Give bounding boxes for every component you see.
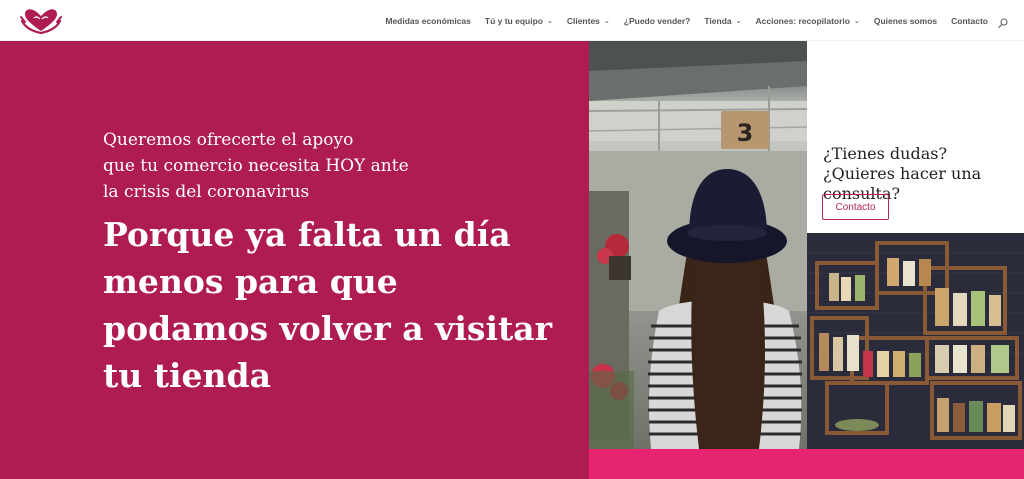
hero-title-line: Porque ya falta un día <box>103 215 511 254</box>
nav-item-tienda[interactable]: Tienda ⌄ <box>704 16 741 26</box>
nav-item-label: Tienda <box>704 15 732 26</box>
photo-shop-shelves <box>807 233 1024 449</box>
nav-item-quienes-somos[interactable]: Quienes somos <box>874 16 937 26</box>
nav-item-acciones[interactable]: Acciones: recopilatorio ⌄ <box>756 16 860 26</box>
hero-title: Porque ya falta un día menos para que po… <box>103 211 573 399</box>
logo-hands-heart-icon[interactable] <box>19 7 63 35</box>
chevron-down-icon: ⌄ <box>735 17 742 25</box>
chevron-down-icon: ⌄ <box>546 17 553 25</box>
sign-number: 3 <box>737 119 754 147</box>
nav-item-label: Tú y tu equipo <box>484 15 543 26</box>
hero-title-line: tu tienda <box>103 356 271 395</box>
chevron-down-icon: ⌄ <box>603 17 610 25</box>
hero-subtitle-line: que tu comercio necesita HOY ante <box>103 156 409 176</box>
contact-cta-box: ¿Tienes dudas? ¿Quieres hacer una consul… <box>807 41 1024 233</box>
hero-title-line: menos para que <box>103 262 398 301</box>
search-icon[interactable] <box>998 15 1008 28</box>
contact-button[interactable]: Contacto <box>822 194 889 220</box>
hero-subtitle: Queremos ofrecerte el apoyo que tu comer… <box>103 127 433 205</box>
hero-section: Queremos ofrecerte el apoyo que tu comer… <box>0 41 589 479</box>
pink-accent-bar <box>807 449 1024 479</box>
pink-accent-bar <box>589 449 807 479</box>
nav-item-contacto[interactable]: Contacto <box>951 16 988 26</box>
nav-item-medidas-economicas[interactable]: Medidas económicas <box>385 16 471 26</box>
hero-title-line: podamos volver a visitar <box>103 309 553 348</box>
nav-item-tu-y-tu-equipo[interactable]: Tú y tu equipo ⌄ <box>485 16 553 26</box>
main-nav: Medidas económicas Tú y tu equipo ⌄ Clie… <box>371 0 988 41</box>
nav-item-clientes[interactable]: Clientes ⌄ <box>567 16 610 26</box>
nav-item-label: Medidas económicas <box>385 15 471 26</box>
hero-subtitle-line: la crisis del coronavirus <box>103 182 310 202</box>
nav-item-puedo-vender[interactable]: ¿Puedo vender? <box>624 16 691 26</box>
nav-item-label: ¿Puedo vender? <box>623 15 691 26</box>
nav-item-label: Acciones: recopilatorio <box>755 15 850 26</box>
nav-item-label: Quienes somos <box>873 15 938 26</box>
site-header: Medidas económicas Tú y tu equipo ⌄ Clie… <box>0 0 1024 41</box>
chevron-down-icon: ⌄ <box>853 17 860 25</box>
nav-item-label: Clientes <box>566 15 600 26</box>
nav-item-label: Contacto <box>951 15 988 26</box>
photo-woman-in-market: 3 <box>589 41 807 449</box>
hero-subtitle-line: Queremos ofrecerte el apoyo <box>103 130 354 150</box>
